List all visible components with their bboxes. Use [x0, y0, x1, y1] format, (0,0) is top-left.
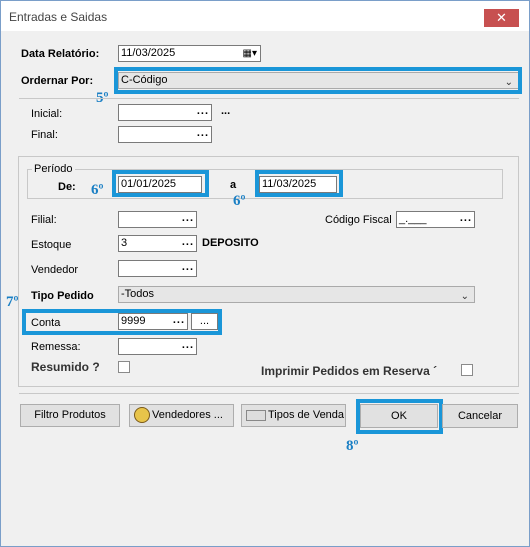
inicial-label: Inicial:	[31, 108, 63, 120]
highlight-de	[112, 170, 209, 197]
calendar-dropdown-icon[interactable]: ▦▾	[243, 46, 257, 61]
imprimir-checkbox[interactable]	[461, 364, 473, 376]
lookup-button[interactable]: ...	[173, 313, 185, 328]
separator	[19, 393, 519, 394]
annotation-8: 8º	[346, 438, 359, 454]
conta-field[interactable]: 9999 ...	[118, 313, 188, 330]
tipos-venda-button[interactable]: Tipos de Venda	[241, 404, 346, 427]
lookup-button[interactable]: ...	[182, 338, 194, 353]
dialog-window: Entradas e Saidas ✕ Data Relatório: 11/0…	[0, 0, 530, 547]
vendedor-field[interactable]: ...	[118, 260, 197, 277]
chevron-down-icon: ⌄	[460, 291, 469, 302]
vendedor-label: Vendedor	[31, 264, 79, 276]
resumido-label: Resumido ?	[31, 360, 100, 374]
codigo-fiscal-value: _.___	[399, 213, 427, 225]
final-label: Final:	[31, 129, 58, 141]
close-button[interactable]: ✕	[484, 9, 519, 27]
lookup-button[interactable]: ...	[182, 235, 194, 250]
lookup-button[interactable]: ...	[197, 126, 209, 141]
estoque-desc: DEPOSITO	[202, 237, 259, 249]
cancelar-button[interactable]: Cancelar	[442, 404, 518, 428]
estoque-label: Estoque	[31, 239, 72, 251]
conta-value: 9999	[121, 315, 146, 327]
tipo-pedido-select[interactable]: -Todos ⌄	[118, 286, 475, 303]
inicial-extra: ...	[221, 105, 231, 117]
lookup-button[interactable]: ...	[182, 260, 194, 275]
users-icon	[134, 407, 150, 423]
remessa-field[interactable]: ...	[118, 338, 197, 355]
annotation-6-ate: 6º	[233, 193, 246, 209]
periodo-legend: Período	[32, 163, 75, 175]
imprimir-label: Imprimir Pedidos em Reserva ´	[261, 364, 438, 378]
highlight-ate	[255, 170, 343, 197]
lookup-button[interactable]: ...	[460, 211, 472, 226]
vendedores-label: Vendedores ...	[152, 409, 223, 421]
codigo-fiscal-label: Código Fiscal	[325, 214, 392, 226]
final-field[interactable]: ...	[118, 126, 212, 143]
de-label: De:	[58, 181, 76, 193]
window-title: Entradas e Saidas	[9, 10, 108, 24]
toggle-icon	[246, 410, 266, 421]
remessa-label: Remessa:	[31, 341, 81, 353]
highlight-ordenar	[114, 67, 522, 94]
inicial-field[interactable]: ...	[118, 104, 212, 121]
lookup-button[interactable]: ...	[197, 104, 209, 119]
data-relatorio-value: 11/03/2025	[121, 47, 176, 59]
data-relatorio-field[interactable]: 11/03/2025 ▦▾	[118, 45, 261, 62]
lookup-button[interactable]: ...	[182, 211, 194, 226]
conta-label: Conta	[31, 317, 61, 329]
separator	[19, 98, 519, 99]
tipo-pedido-value: -Todos	[121, 288, 155, 300]
resumido-checkbox[interactable]	[118, 361, 130, 373]
vendedores-button[interactable]: Vendedores ...	[129, 404, 234, 427]
annotation-7: 7º	[6, 294, 19, 310]
filial-field[interactable]: ...	[118, 211, 197, 228]
tipo-pedido-label: Tipo Pedido	[31, 290, 94, 302]
estoque-field[interactable]: 3 ...	[118, 235, 197, 252]
tipos-venda-label: Tipos de Venda	[268, 409, 345, 421]
ordenar-label: Ordernar Por:	[21, 75, 94, 87]
data-relatorio-label: Data Relatório:	[21, 48, 100, 60]
a-label: a	[230, 179, 237, 191]
highlight-ok	[356, 399, 443, 434]
title-bar: Entradas e Saidas ✕	[1, 1, 529, 31]
filtro-produtos-button[interactable]: Filtro Produtos	[20, 404, 120, 427]
annotation-6-de: 6º	[91, 182, 104, 198]
estoque-value: 3	[121, 237, 128, 249]
codigo-fiscal-field[interactable]: _.___ ...	[396, 211, 475, 228]
filial-label: Filial:	[31, 214, 57, 226]
conta-extra-button[interactable]: ...	[191, 313, 218, 330]
